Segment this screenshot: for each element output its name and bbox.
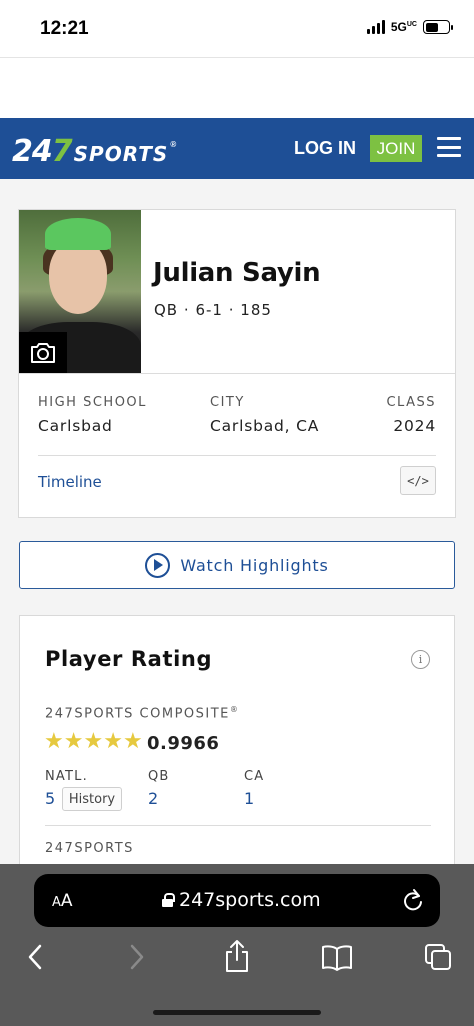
- natl-label: NATL.: [45, 769, 88, 784]
- network-type: 5GUC: [390, 20, 417, 34]
- 247sports-logo[interactable]: 247 SPORTS ®: [12, 134, 176, 169]
- bookmarks-icon[interactable]: [320, 944, 354, 977]
- back-chevron-icon[interactable]: [26, 942, 44, 977]
- star-icon: ★: [103, 728, 123, 753]
- reader-settings-button[interactable]: AA: [52, 891, 73, 911]
- status-bar: 12:21 5GUC: [0, 0, 474, 58]
- class-value: 2024: [393, 417, 436, 435]
- player-rating-card: Player Rating i 247SPORTS COMPOSITE® ★ ★…: [19, 615, 455, 885]
- home-indicator: [153, 1010, 321, 1015]
- state-rank[interactable]: 1: [244, 789, 254, 808]
- join-button[interactable]: JOIN: [370, 135, 422, 162]
- watch-highlights-label: Watch Highlights: [180, 555, 329, 575]
- natl-rank[interactable]: 5: [45, 789, 55, 808]
- status-time: 12:21: [40, 18, 89, 39]
- tabs-icon[interactable]: [423, 942, 453, 977]
- login-link[interactable]: LOG IN: [294, 138, 356, 159]
- reload-icon[interactable]: [402, 888, 424, 917]
- player-photo[interactable]: [19, 210, 141, 373]
- forward-chevron-icon[interactable]: [128, 942, 146, 977]
- city-label: CITY: [210, 395, 245, 410]
- browser-toolbar: AA 247sports.com: [0, 864, 474, 1026]
- 247sports-rating-label: 247SPORTS: [45, 841, 134, 856]
- info-icon[interactable]: i: [411, 650, 430, 669]
- divider: [0, 57, 474, 58]
- position-label: QB: [148, 769, 170, 784]
- player-name: Julian Sayin: [153, 258, 321, 288]
- player-meta: QB · 6-1 · 185: [154, 301, 272, 319]
- star-icon: ★: [122, 728, 143, 753]
- divider: [38, 455, 436, 456]
- embed-code-button[interactable]: </>: [400, 466, 436, 495]
- composite-score: 0.9966: [147, 733, 220, 754]
- address-bar[interactable]: AA 247sports.com: [34, 874, 440, 927]
- star-icon: ★: [44, 728, 64, 753]
- history-button[interactable]: History: [62, 787, 122, 811]
- high-school-value: Carlsbad: [38, 417, 113, 435]
- play-circle-icon: [145, 552, 171, 578]
- status-indicators: 5GUC: [366, 20, 453, 34]
- state-label: CA: [244, 769, 265, 784]
- battery-icon: [423, 20, 453, 34]
- star-icon: ★: [83, 728, 104, 753]
- player-card: Julian Sayin QB · 6-1 · 185 HIGH SCHOOL …: [18, 209, 456, 518]
- camera-icon[interactable]: [19, 332, 67, 373]
- composite-label: 247SPORTS COMPOSITE®: [45, 705, 240, 722]
- rating-title: Player Rating: [45, 647, 213, 671]
- divider: [45, 825, 431, 826]
- high-school-label: HIGH SCHOOL: [38, 395, 147, 410]
- city-value: Carlsbad, CA: [210, 417, 320, 435]
- watch-highlights-button[interactable]: Watch Highlights: [19, 541, 455, 589]
- position-rank[interactable]: 2: [148, 789, 158, 808]
- lock-icon: [162, 893, 175, 907]
- class-label: CLASS: [386, 395, 436, 410]
- url-display[interactable]: 247sports.com: [162, 889, 321, 911]
- timeline-link[interactable]: Timeline: [38, 473, 102, 491]
- divider: [19, 373, 455, 374]
- signal-icon: [366, 20, 385, 34]
- star-icon: ★: [63, 728, 84, 753]
- share-icon[interactable]: [223, 938, 251, 979]
- hamburger-menu-icon[interactable]: [437, 137, 461, 157]
- star-rating: ★ ★ ★ ★ ★: [44, 730, 143, 752]
